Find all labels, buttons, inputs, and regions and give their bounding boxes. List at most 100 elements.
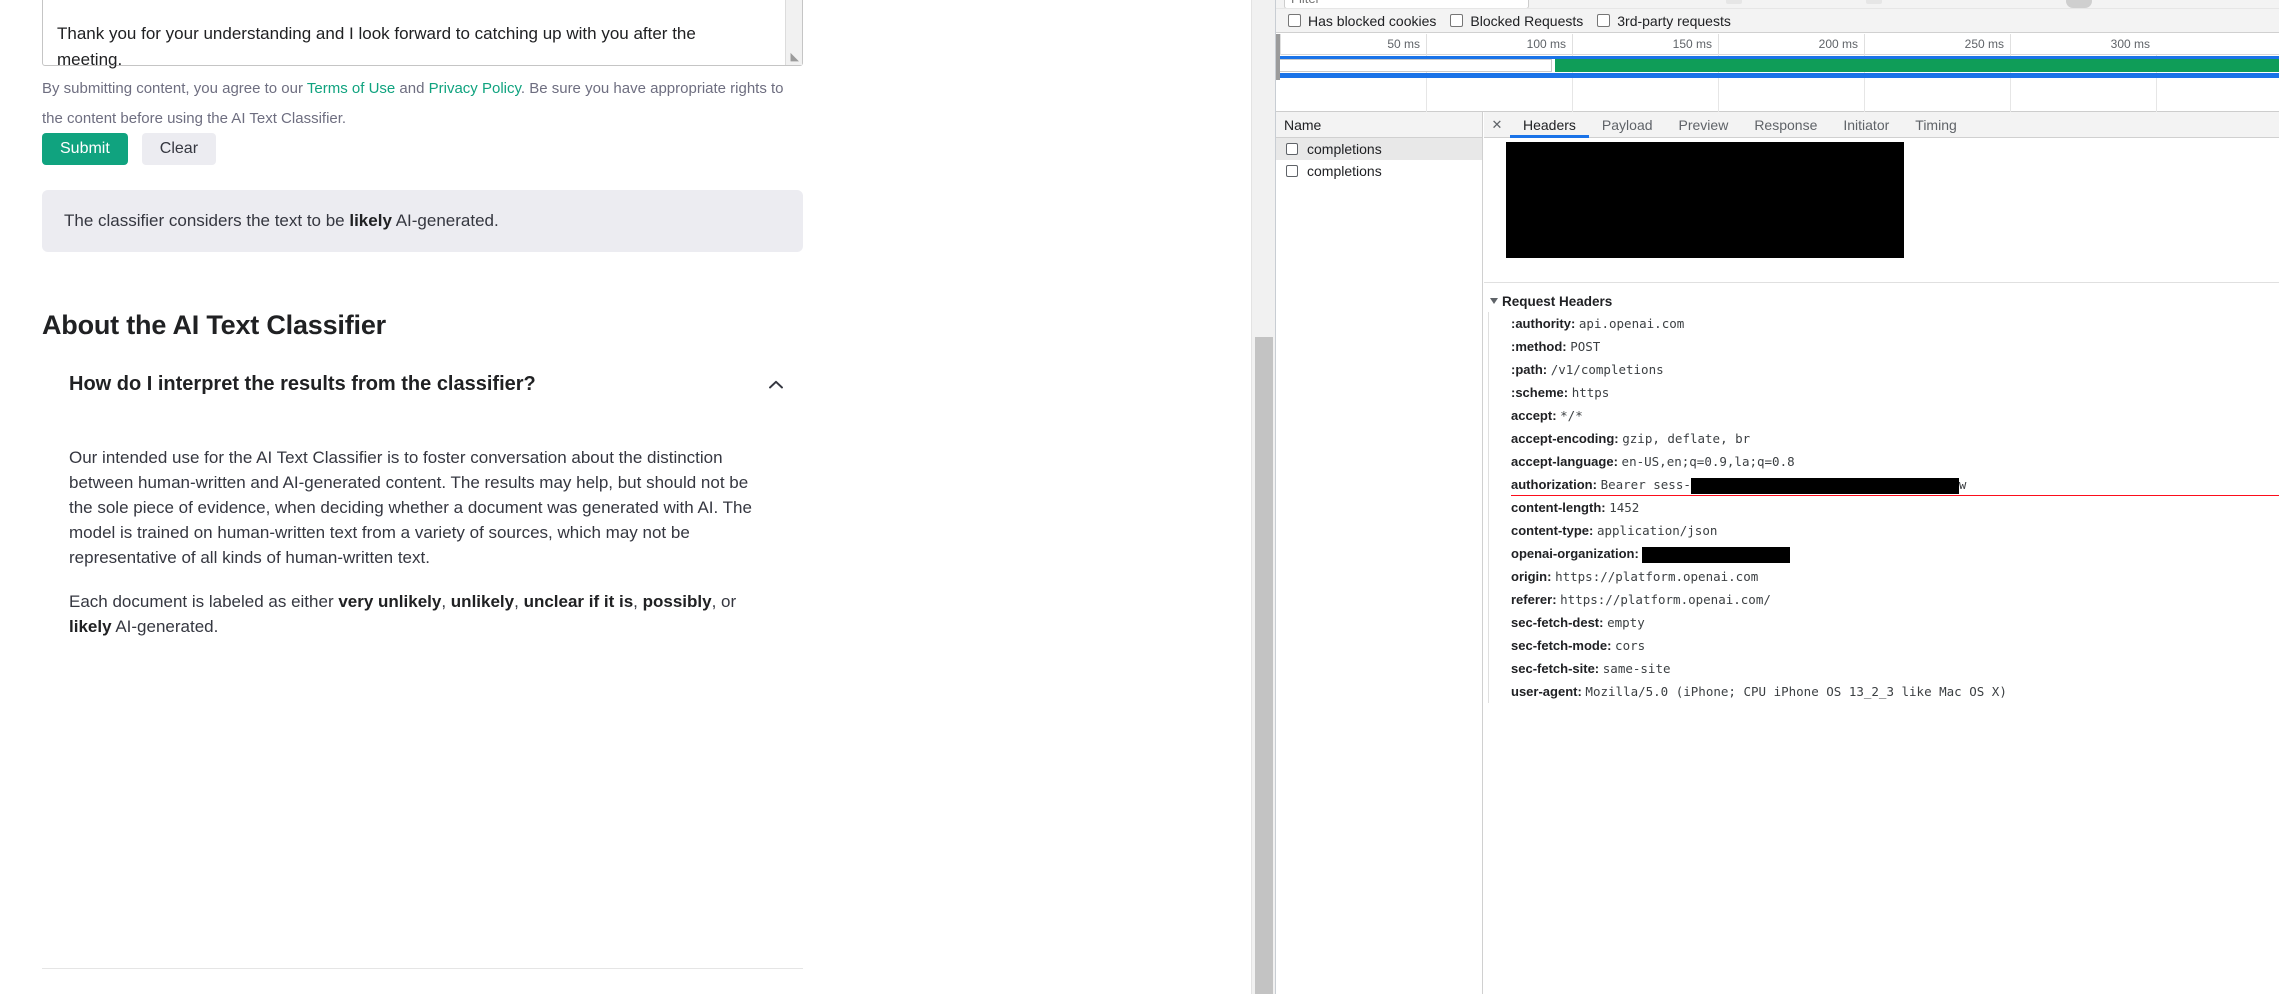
request-row-1[interactable]: completions: [1276, 138, 1482, 160]
request-headers-toggle[interactable]: Request Headers: [1484, 290, 2279, 312]
privacy-policy-link[interactable]: Privacy Policy: [429, 80, 521, 97]
caret-down-icon[interactable]: [1490, 298, 1498, 304]
checkbox-3rd-party-requests[interactable]: 3rd-party requests: [1597, 13, 1731, 29]
about-section-heading: About the AI Text Classifier: [42, 310, 386, 341]
header-value: https: [1572, 385, 1610, 400]
devtools-filter-toolbar: [1276, 0, 2279, 9]
header-row-authorization: authorization: Bearer sess-w: [1511, 473, 2279, 496]
request-list: Name completions completions: [1276, 112, 1483, 994]
headers-divider: [1484, 282, 2279, 283]
tab-timing[interactable]: Timing: [1902, 112, 1970, 137]
request-row-2[interactable]: completions: [1276, 160, 1482, 182]
legal-part-1: By submitting content, you agree to our: [42, 80, 307, 97]
timeline-tick-label: 300 ms: [2111, 37, 2150, 51]
checkbox-box-icon[interactable]: [1597, 14, 1610, 27]
request-headers-title: Request Headers: [1502, 294, 1612, 309]
tab-response[interactable]: Response: [1741, 112, 1830, 137]
toolbar-toggle[interactable]: [2066, 0, 2092, 8]
header-name: :authority:: [1511, 316, 1575, 331]
header-row-origin: origin: https://platform.openai.com: [1511, 565, 2279, 588]
request-checkbox-icon[interactable]: [1286, 165, 1298, 177]
header-name: content-type:: [1511, 523, 1593, 538]
legal-part-2: and: [395, 80, 428, 97]
devtools-filter-checkboxes: Has blocked cookies Blocked Requests 3rd…: [1276, 9, 2279, 33]
header-row-content-length: content-length: 1452: [1511, 496, 2279, 519]
header-name: :method:: [1511, 339, 1567, 354]
header-name: openai-organization:: [1511, 546, 1639, 561]
tab-payload[interactable]: Payload: [1589, 112, 1666, 137]
tab-headers[interactable]: Headers: [1510, 112, 1589, 137]
filter-input[interactable]: [1284, 0, 1529, 9]
textarea-value: Thank you for your understanding and I l…: [57, 21, 757, 73]
checkbox-box-icon[interactable]: [1288, 14, 1301, 27]
accordion-header[interactable]: How do I interpret the results from the …: [42, 360, 803, 408]
timeline-tick-label: 100 ms: [1527, 37, 1566, 51]
request-detail-pane: ✕ Headers Payload Preview Response Initi…: [1484, 112, 2279, 994]
classifier-result-box: The classifier considers the text to be …: [42, 190, 803, 252]
close-icon[interactable]: ✕: [1484, 112, 1510, 137]
header-value: https://platform.openai.com/: [1560, 592, 1771, 607]
request-checkbox-icon[interactable]: [1286, 143, 1298, 155]
header-name: user-agent:: [1511, 684, 1582, 699]
screenshot-root: Thank you for your understanding and I l…: [0, 0, 2279, 994]
toolbar-icon-b[interactable]: [1866, 0, 1882, 4]
accordion-title: How do I interpret the results from the …: [69, 373, 536, 396]
header-row-content-type: content-type: application/json: [1511, 519, 2279, 542]
resize-grip-icon[interactable]: ◣: [784, 47, 801, 64]
devtools-split: Name completions completions ✕ Headers P…: [1276, 112, 2279, 994]
header-row-openai-organization: openai-organization:: [1511, 542, 2279, 565]
detail-tabbar: ✕ Headers Payload Preview Response Initi…: [1484, 112, 2279, 138]
headers-content: Request Headers :authority: api.openai.c…: [1484, 139, 2279, 994]
header-value: same-site: [1603, 661, 1671, 676]
result-prefix: The classifier considers the text to be: [64, 211, 349, 230]
toolbar-icon-a[interactable]: [1726, 0, 1742, 4]
timeline-tick-label: 250 ms: [1965, 37, 2004, 51]
header-name: :scheme:: [1511, 385, 1568, 400]
redaction-bar: [1691, 478, 1959, 494]
header-name: sec-fetch-site:: [1511, 661, 1599, 676]
faq-accordion: How do I interpret the results from the …: [42, 360, 803, 658]
request-headers-list: :authority: api.openai.com :method: POST…: [1488, 312, 2279, 703]
label-unclear: unclear if it is: [524, 592, 634, 611]
header-value: */*: [1560, 408, 1583, 423]
submit-button[interactable]: Submit: [42, 133, 128, 165]
sep-2: ,: [514, 592, 523, 611]
header-row-accept: accept: */*: [1511, 404, 2279, 427]
header-value: gzip, deflate, br: [1622, 431, 1750, 446]
header-name: :path:: [1511, 362, 1547, 377]
header-name: content-length:: [1511, 500, 1606, 515]
section-divider: [42, 968, 803, 969]
sep-1: ,: [441, 592, 450, 611]
header-name: authorization:: [1511, 477, 1597, 492]
request-list-header[interactable]: Name: [1276, 112, 1482, 138]
clear-button[interactable]: Clear: [142, 133, 216, 165]
terms-of-use-link[interactable]: Terms of Use: [307, 80, 395, 97]
header-value: api.openai.com: [1579, 316, 1684, 331]
chevron-up-icon[interactable]: [765, 374, 787, 396]
page-scrollbar-thumb[interactable]: [1255, 337, 1273, 994]
page-scrollbar[interactable]: [1251, 0, 1275, 994]
checkbox-blocked-requests[interactable]: Blocked Requests: [1450, 13, 1583, 29]
timeline-selection-window[interactable]: [1280, 59, 1552, 72]
header-value: empty: [1607, 615, 1645, 630]
header-row-scheme: :scheme: https: [1511, 381, 2279, 404]
request-name: completions: [1307, 163, 1382, 179]
header-name: accept-language:: [1511, 454, 1618, 469]
accordion-paragraph-1: Our intended use for the AI Text Classif…: [69, 445, 769, 570]
result-verdict: likely: [349, 211, 392, 230]
header-value: Bearer sess-: [1601, 477, 1691, 492]
tab-preview[interactable]: Preview: [1666, 112, 1742, 137]
header-name: referer:: [1511, 592, 1557, 607]
redaction-bar: [1642, 547, 1790, 563]
header-name: sec-fetch-mode:: [1511, 638, 1611, 653]
checkbox-box-icon[interactable]: [1450, 14, 1463, 27]
network-overview-timeline[interactable]: 50 ms 100 ms 150 ms 200 ms 250 ms 300 ms: [1276, 34, 2279, 112]
checkbox-label: Has blocked cookies: [1308, 13, 1436, 29]
header-value: 1452: [1609, 500, 1639, 515]
header-row-method: :method: POST: [1511, 335, 2279, 358]
result-suffix: AI-generated.: [392, 211, 499, 230]
text-input-textarea[interactable]: Thank you for your understanding and I l…: [42, 0, 803, 66]
tab-initiator[interactable]: Initiator: [1830, 112, 1902, 137]
checkbox-has-blocked-cookies[interactable]: Has blocked cookies: [1288, 13, 1436, 29]
labels-lead: Each document is labeled as either: [69, 592, 338, 611]
